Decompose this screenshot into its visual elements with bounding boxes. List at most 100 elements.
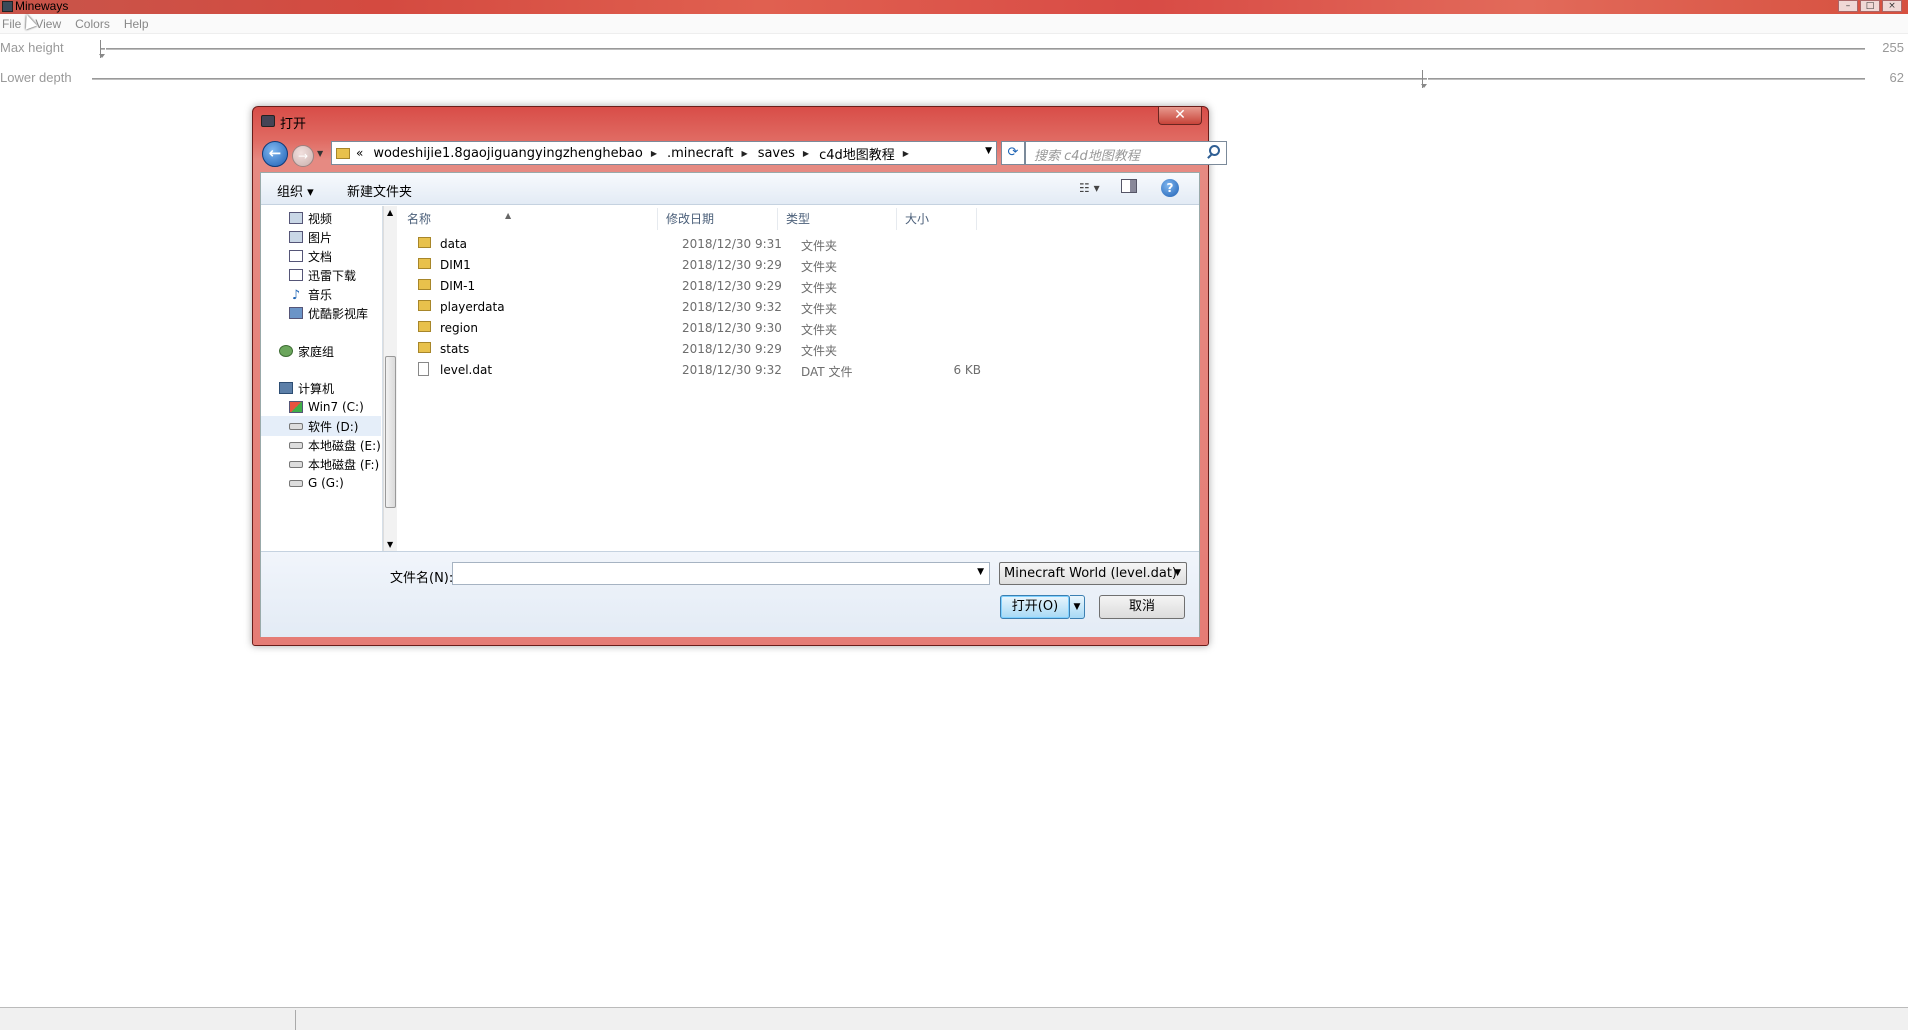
- file-row[interactable]: playerdata 2018/12/30 9:32 文件夹: [399, 297, 1039, 318]
- dialog-close-button[interactable]: ✕: [1158, 107, 1202, 125]
- music-icon: ♪: [291, 288, 301, 303]
- menu-help[interactable]: Help: [124, 17, 155, 31]
- breadcrumb-separator-icon[interactable]: ▶: [742, 149, 748, 158]
- file-name: DIM-1: [440, 279, 476, 293]
- back-arrow-icon[interactable]: ←: [262, 141, 288, 167]
- column-name-label: 名称: [407, 212, 432, 226]
- search-icon[interactable]: [1209, 145, 1220, 156]
- file-row[interactable]: data 2018/12/30 9:31 文件夹: [399, 234, 1039, 255]
- search-input[interactable]: 搜索 c4d地图教程: [1025, 141, 1227, 165]
- file-row[interactable]: region 2018/12/30 9:30 文件夹: [399, 318, 1039, 339]
- nav-item-label: 家庭组: [298, 344, 335, 359]
- max-height-thumb[interactable]: [99, 40, 106, 58]
- breadcrumb-separator-icon[interactable]: ▶: [651, 149, 657, 158]
- folder-icon: [418, 321, 431, 332]
- cancel-button[interactable]: 取消: [1099, 595, 1185, 619]
- file-date: 2018/12/30 9:29: [682, 258, 782, 272]
- column-header-name[interactable]: 名称 ▲: [399, 208, 658, 230]
- preview-pane-icon[interactable]: [1121, 179, 1137, 193]
- nav-item-drive-g[interactable]: G (G:): [289, 473, 344, 493]
- file-list: 名称 ▲ 修改日期 类型 大小 data 2018/12/30 9:31 文件夹…: [399, 206, 1199, 551]
- file-size: 6 KB: [953, 363, 981, 377]
- maximize-button[interactable]: □: [1860, 0, 1880, 12]
- recent-locations-dropdown-icon[interactable]: ▼: [317, 149, 323, 158]
- nav-item-drive-f[interactable]: 本地磁盘 (F:): [289, 454, 379, 474]
- lower-depth-thumb[interactable]: [1420, 70, 1428, 88]
- file-row[interactable]: DIM1 2018/12/30 9:29 文件夹: [399, 255, 1039, 276]
- breadcrumb-separator-icon[interactable]: ▶: [903, 149, 909, 158]
- nav-item-downloads[interactable]: 迅雷下载: [289, 265, 356, 285]
- scroll-thumb[interactable]: [385, 356, 396, 508]
- address-dropdown-icon[interactable]: ▼: [985, 146, 992, 156]
- nav-item-label: Win7 (C:): [308, 400, 364, 414]
- file-row[interactable]: stats 2018/12/30 9:29 文件夹: [399, 339, 1039, 360]
- view-options-icon[interactable]: ☷ ▾: [1079, 181, 1100, 195]
- nav-item-documents[interactable]: 文档: [289, 246, 332, 266]
- file-name: DIM1: [440, 258, 471, 272]
- folder-icon: [418, 279, 431, 290]
- nav-item-video-library[interactable]: 优酷影视库: [289, 303, 368, 323]
- drive-icon: [289, 422, 303, 430]
- lower-depth-track[interactable]: [92, 78, 1865, 80]
- menu-view[interactable]: View: [35, 17, 67, 31]
- refresh-button[interactable]: ⟳: [1001, 141, 1025, 165]
- nav-item-drive-e[interactable]: 本地磁盘 (E:): [289, 435, 381, 455]
- system-drive-icon: [289, 401, 303, 413]
- file-row[interactable]: level.dat 2018/12/30 9:32 DAT 文件 6 KB: [399, 360, 1039, 381]
- organize-button[interactable]: 组织 ▾: [277, 181, 314, 200]
- minimize-button[interactable]: –: [1838, 0, 1858, 12]
- nav-scrollbar[interactable]: ▲ ▼: [383, 206, 397, 551]
- video-icon: [289, 212, 303, 224]
- scroll-down-icon[interactable]: ▼: [387, 540, 393, 549]
- menu-bar: File View Colors Help: [0, 14, 1908, 34]
- forward-arrow-icon[interactable]: →: [292, 145, 314, 167]
- drive-icon: [289, 460, 303, 468]
- dialog-toolbar: 组织 ▾ 新建文件夹 ☷ ▾ ?: [261, 173, 1199, 205]
- dialog-body: 组织 ▾ 新建文件夹 ☷ ▾ ? 视频 图片 文档 迅雷下载 ♪ 音乐 优酷影视…: [260, 172, 1200, 637]
- breadcrumb-current[interactable]: c4d地图教程: [819, 144, 895, 163]
- menu-colors[interactable]: Colors: [75, 17, 116, 31]
- help-icon[interactable]: ?: [1161, 179, 1179, 197]
- nav-item-drive-d[interactable]: 软件 (D:): [261, 416, 381, 436]
- nav-item-homegroup[interactable]: 家庭组: [279, 341, 334, 361]
- close-window-button[interactable]: ×: [1882, 0, 1902, 12]
- column-header-size[interactable]: 大小: [897, 208, 977, 230]
- status-bar: [0, 1007, 1908, 1030]
- filename-dropdown-icon[interactable]: ▼: [977, 567, 984, 577]
- column-header-modified[interactable]: 修改日期: [658, 208, 778, 230]
- file-type-filter[interactable]: Minecraft World (level.dat) ▼: [999, 562, 1187, 585]
- open-options-dropdown-icon[interactable]: ▼: [1070, 595, 1085, 619]
- file-type: DAT 文件: [801, 365, 853, 379]
- file-type: 文件夹: [801, 302, 838, 316]
- nav-item-label: 计算机: [298, 381, 335, 396]
- nav-item-videos[interactable]: 视频: [289, 208, 332, 228]
- nav-item-music[interactable]: ♪ 音乐: [289, 284, 332, 304]
- nav-item-label: 迅雷下载: [308, 268, 357, 283]
- window-controls: – □ ×: [1838, 0, 1902, 12]
- breadcrumb-world[interactable]: wodeshijie1.8gaojiguangyingzhenghebao: [373, 146, 642, 161]
- file-row[interactable]: DIM-1 2018/12/30 9:29 文件夹: [399, 276, 1039, 297]
- dialog-footer: 文件名(N): ▼ Minecraft World (level.dat) ▼ …: [261, 551, 1199, 637]
- column-header-type[interactable]: 类型: [778, 208, 897, 230]
- breadcrumb-separator-icon[interactable]: ▶: [803, 149, 809, 158]
- scroll-up-icon[interactable]: ▲: [387, 208, 393, 217]
- document-icon: [418, 362, 429, 376]
- max-height-slider-row: Max height 255: [0, 38, 1908, 60]
- address-bar[interactable]: « wodeshijie1.8gaojiguangyingzhenghebao …: [331, 141, 997, 165]
- filename-input[interactable]: ▼: [452, 562, 990, 585]
- homegroup-icon: [279, 345, 293, 357]
- file-date: 2018/12/30 9:30: [682, 321, 782, 335]
- max-height-track[interactable]: [100, 48, 1865, 50]
- nav-item-drive-c[interactable]: Win7 (C:): [289, 397, 364, 417]
- file-name: playerdata: [440, 300, 505, 314]
- nav-item-pictures[interactable]: 图片: [289, 227, 332, 247]
- open-button[interactable]: 打开(O): [1000, 595, 1070, 619]
- nav-item-computer[interactable]: 计算机: [279, 378, 334, 398]
- new-folder-button[interactable]: 新建文件夹: [347, 181, 412, 200]
- open-file-dialog: 打开 ✕ ← → ▼ « wodeshijie1.8gaojiguangying…: [252, 106, 1227, 646]
- breadcrumb-minecraft[interactable]: .minecraft: [667, 146, 734, 161]
- breadcrumb-saves[interactable]: saves: [758, 146, 795, 161]
- nav-item-label: 图片: [308, 230, 333, 245]
- overflow-chevrons[interactable]: «: [356, 146, 363, 160]
- download-icon: [289, 269, 303, 281]
